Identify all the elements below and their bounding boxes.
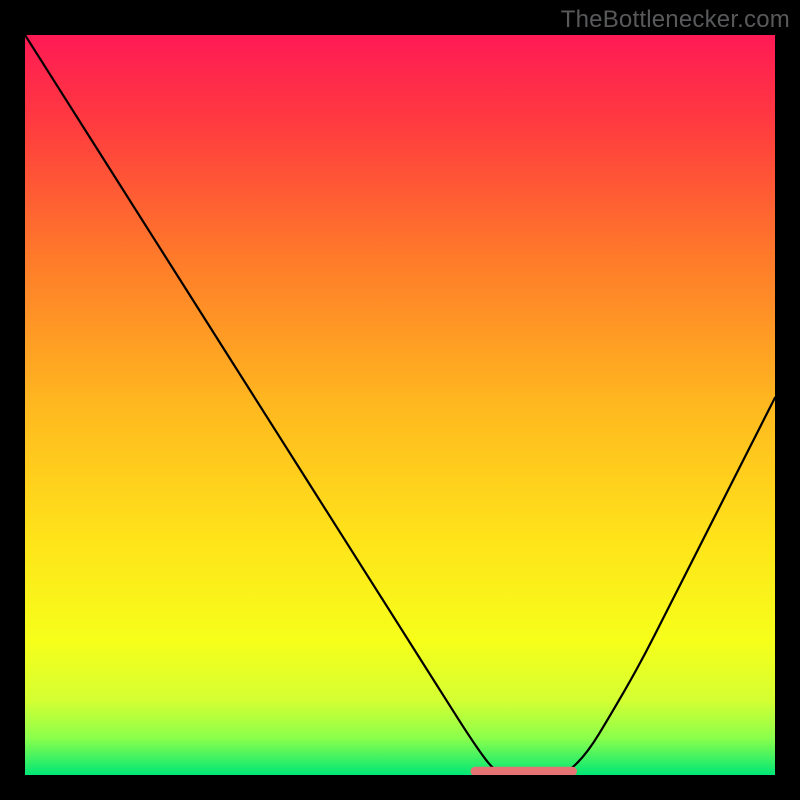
plot-frame [25, 35, 775, 775]
plot-svg [25, 35, 775, 775]
watermark-text: TheBottlenecker.com [561, 6, 790, 34]
chart-container: TheBottlenecker.com [0, 0, 800, 800]
gradient-background [25, 35, 775, 775]
